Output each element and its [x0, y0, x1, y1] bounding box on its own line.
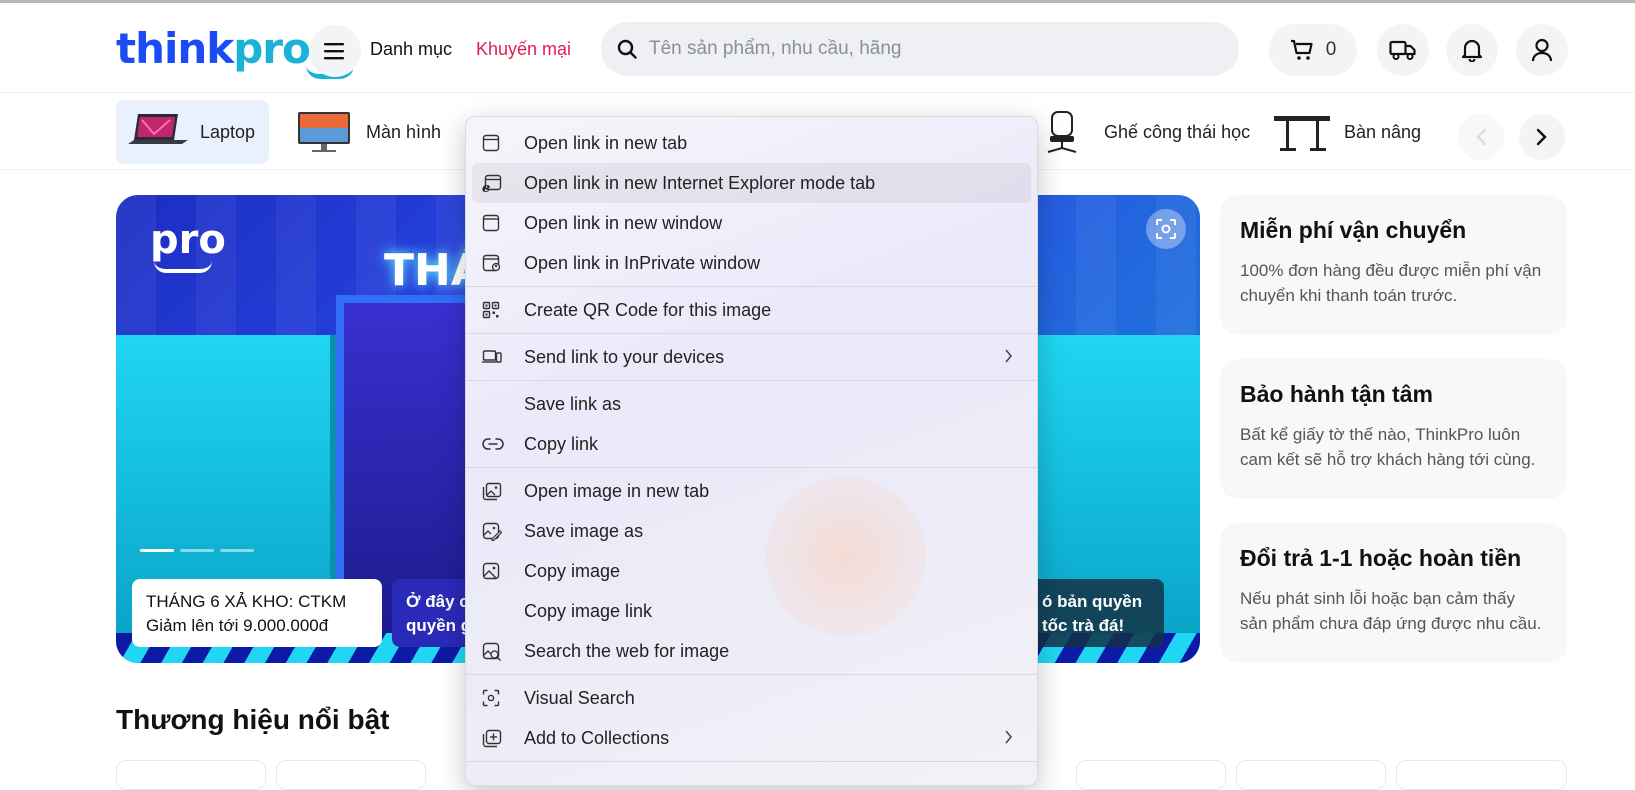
banner-caption-3[interactable]: ó bản quyền tốc trà đá!	[1034, 579, 1164, 647]
collections-icon	[482, 729, 518, 748]
banner-pro-logo: pro	[150, 217, 226, 273]
save-image-icon	[482, 522, 518, 541]
category-next-button[interactable]	[1519, 114, 1565, 160]
banner-caption-1[interactable]: THÁNG 6 XẢ KHO: CTKM Giảm lên tới 9.000.…	[132, 579, 382, 647]
chevron-right-icon	[1536, 128, 1547, 146]
menu-copy-image[interactable]: Copy image	[472, 551, 1031, 591]
inprivate-icon	[482, 254, 518, 272]
thinkpro-logo[interactable]: thinkpro	[116, 23, 354, 79]
categories-link[interactable]: Danh mục	[370, 39, 452, 60]
brand-tile[interactable]	[116, 760, 266, 790]
qr-icon	[482, 301, 518, 319]
visual-search-icon	[482, 689, 518, 707]
search-icon	[617, 39, 637, 59]
banner-caption-2[interactable]: Ở đây c quyền g	[392, 579, 472, 647]
desk-thumbnail-icon	[1274, 116, 1330, 151]
brand-tile[interactable]	[1236, 760, 1386, 790]
category-monitor[interactable]: Màn hình	[282, 100, 453, 164]
notifications-button[interactable]	[1446, 24, 1498, 76]
image-search-icon	[482, 642, 518, 661]
menu-save-image-as[interactable]: Save image as	[472, 511, 1031, 551]
laptop-thumbnail-icon	[128, 114, 188, 144]
menu-open-image-new-tab[interactable]: Open image in new tab	[472, 471, 1031, 511]
promo-card-warranty: Bảo hành tận tâm Bất kể giấy tờ thế nào,…	[1220, 359, 1567, 499]
context-menu: Open link in new tab e Open link in new …	[465, 116, 1038, 786]
hamburger-icon	[324, 43, 344, 60]
brand-tile[interactable]	[1076, 760, 1226, 790]
banner-pagination[interactable]	[140, 549, 254, 552]
image-icon	[482, 562, 518, 580]
category-ergonomic-chair[interactable]: Ghế công thái học	[1020, 100, 1262, 164]
menu-copy-image-link[interactable]: Copy image link	[472, 591, 1031, 631]
bell-icon	[1461, 39, 1483, 62]
menu-open-link-ie-mode-tab[interactable]: e Open link in new Internet Explorer mod…	[472, 163, 1031, 203]
devices-icon	[482, 349, 518, 365]
brand-tile[interactable]	[276, 760, 426, 790]
search-input[interactable]	[649, 38, 1209, 60]
menu-save-link-as[interactable]: Save link as	[472, 384, 1031, 424]
promo-card-returns: Đổi trả 1-1 hoặc hoàn tiền Nếu phát sinh…	[1220, 523, 1567, 663]
new-tab-icon	[482, 134, 518, 152]
promo-card-free-shipping: Miễn phí vận chuyển 100% đơn hàng đều đư…	[1220, 195, 1567, 335]
window-icon	[482, 214, 518, 232]
cart-icon	[1290, 39, 1313, 60]
brand-tile[interactable]	[1396, 760, 1567, 790]
menu-create-qr-code[interactable]: Create QR Code for this image	[472, 290, 1031, 330]
menu-button[interactable]	[309, 25, 361, 77]
ie-icon: e	[482, 174, 518, 192]
category-standing-desk[interactable]: Bàn nâng	[1260, 100, 1433, 164]
search-bar[interactable]	[601, 22, 1239, 76]
link-icon	[482, 437, 518, 451]
featured-brands-heading: Thương hiệu nổi bật	[116, 704, 390, 735]
menu-copy-link[interactable]: Copy link	[472, 424, 1031, 464]
menu-add-to-collections[interactable]: Add to Collections	[472, 718, 1031, 758]
promotions-link[interactable]: Khuyến mại	[476, 39, 571, 60]
category-laptop[interactable]: Laptop	[116, 100, 269, 164]
menu-visual-search[interactable]: Visual Search	[472, 678, 1031, 718]
visual-search-button[interactable]	[1146, 209, 1186, 249]
menu-open-link-new-window[interactable]: Open link in new window	[472, 203, 1031, 243]
chevron-right-icon	[1004, 349, 1013, 363]
monitor-thumbnail-icon	[298, 112, 350, 152]
visual-search-icon	[1156, 219, 1176, 239]
category-prev-button[interactable]	[1458, 114, 1504, 160]
cart-button[interactable]: 0	[1269, 24, 1357, 76]
order-tracking-button[interactable]	[1377, 24, 1429, 76]
menu-search-web-for-image[interactable]: Search the web for image	[472, 631, 1031, 671]
account-button[interactable]	[1516, 24, 1568, 76]
menu-open-link-new-tab[interactable]: Open link in new tab	[472, 123, 1031, 163]
svg-text:e: e	[482, 181, 490, 192]
site-header: thinkpro Danh mục Khuyến mại 0	[0, 3, 1635, 93]
user-icon	[1531, 38, 1553, 62]
cart-count: 0	[1325, 39, 1337, 60]
chevron-left-icon	[1476, 128, 1487, 146]
image-tab-icon	[482, 482, 518, 501]
chevron-right-icon	[1004, 730, 1013, 744]
menu-open-link-inprivate[interactable]: Open link in InPrivate window	[472, 243, 1031, 283]
chair-thumbnail-icon	[1047, 111, 1077, 153]
truck-icon	[1389, 40, 1416, 60]
menu-send-link-to-devices[interactable]: Send link to your devices	[472, 337, 1031, 377]
